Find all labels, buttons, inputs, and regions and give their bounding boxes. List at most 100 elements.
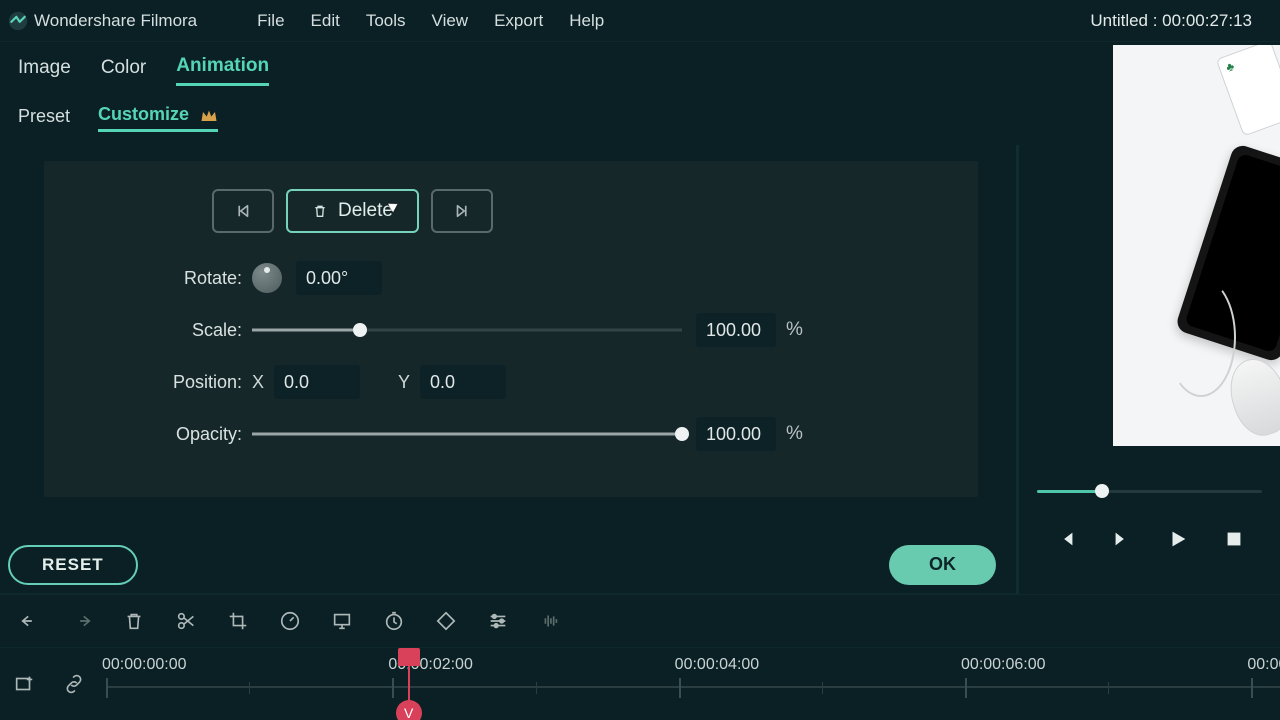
time-label: 00:00:06:00 [961,656,1046,674]
step-forward-icon [1111,528,1133,550]
menu-items: File Edit Tools View Export Help [257,11,604,31]
preview-progress-thumb[interactable] [1095,484,1109,498]
scale-input[interactable] [696,313,776,347]
next-keyframe-button[interactable] [431,189,493,233]
tab-color[interactable]: Color [101,57,146,85]
rotate-input[interactable] [296,261,382,295]
play-icon [1167,528,1189,550]
app-logo-icon [8,11,28,31]
keyframe-controls: Delete [212,189,950,233]
stopwatch-icon [383,610,405,632]
prev-keyframe-button[interactable] [212,189,274,233]
time-label: 00:00:08:00 [1247,656,1280,674]
adjust-button[interactable] [486,609,510,633]
opacity-slider[interactable] [252,423,682,445]
menu-tools[interactable]: Tools [366,11,406,31]
reset-button[interactable]: RESET [8,545,138,585]
skip-forward-icon [453,202,471,220]
delete-label: Delete [338,200,393,222]
waveform-icon [539,610,561,632]
sliders-icon [487,610,509,632]
menu-file[interactable]: File [257,11,284,31]
delete-keyframe-button[interactable]: Delete [286,189,419,233]
scale-row: Scale: % [72,313,950,347]
delete-button[interactable] [122,609,146,633]
preview-canvas[interactable] [1113,45,1280,446]
sub-tabs: Preset Customize [0,94,1280,146]
properties-column: Delete Rotate: Scale: [0,145,1016,594]
opacity-row: Opacity: % [72,417,950,451]
opacity-label: Opacity: [72,424,252,445]
tab-animation[interactable]: Animation [176,55,269,86]
position-row: Position: X Y [72,365,950,399]
ok-button[interactable]: OK [889,545,996,585]
add-track-icon [13,673,35,695]
step-back-button[interactable] [1053,526,1079,552]
redo-icon [71,610,93,632]
diamond-icon [435,610,457,632]
time-label: 00:00:04:00 [675,656,760,674]
speed-button[interactable] [278,609,302,633]
stop-button[interactable] [1221,526,1247,552]
subtab-customize[interactable]: Customize [98,104,218,132]
audio-button[interactable] [538,609,562,633]
step-back-icon [1055,528,1077,550]
playhead-handle[interactable]: V [396,700,422,720]
scale-slider[interactable] [252,319,682,341]
preview-cable [1166,277,1236,397]
play-button[interactable] [1165,526,1191,552]
link-button[interactable] [62,672,86,696]
project-title: Untitled : 00:00:27:13 [1090,11,1252,31]
menu-view[interactable]: View [432,11,469,31]
scale-unit: % [786,319,803,341]
transport-controls [1019,526,1280,552]
properties-panel: Delete Rotate: Scale: [44,161,978,497]
editor-body: Delete Rotate: Scale: [0,145,1280,594]
main-tabs: Image Color Animation [0,42,1280,94]
position-x-input[interactable] [274,365,360,399]
link-icon [63,673,85,695]
timeline-left-controls [0,648,106,720]
duration-button[interactable] [382,609,406,633]
menu-export[interactable]: Export [494,11,543,31]
keyframe-button[interactable] [434,609,458,633]
speedometer-icon [279,610,301,632]
undo-icon [19,610,41,632]
tab-image[interactable]: Image [18,57,71,85]
scale-slider-thumb[interactable] [353,323,367,337]
menubar: Wondershare Filmora File Edit Tools View… [0,0,1280,42]
menu-help[interactable]: Help [569,11,604,31]
playhead[interactable]: V [408,648,410,720]
redo-button[interactable] [70,609,94,633]
opacity-slider-thumb[interactable] [675,427,689,441]
position-x-label: X [252,372,274,393]
trash-icon [123,610,145,632]
crop-icon [227,610,249,632]
timeline: 00:00:00:0000:00:02:0000:00:04:0000:00:0… [0,648,1280,720]
opacity-unit: % [786,423,803,445]
stop-icon [1223,528,1245,550]
undo-button[interactable] [18,609,42,633]
rotate-knob[interactable] [252,263,282,293]
timeline-toolbar [0,594,1280,648]
preview-progress[interactable] [1037,488,1262,494]
subtab-preset[interactable]: Preset [18,106,70,131]
app-name: Wondershare Filmora [34,11,197,31]
rotate-label: Rotate: [72,268,252,289]
position-y-input[interactable] [420,365,506,399]
color-button[interactable] [330,609,354,633]
trash-icon [312,202,328,220]
position-y-label: Y [398,372,420,393]
crop-button[interactable] [226,609,250,633]
position-label: Position: [72,372,252,393]
scale-label: Scale: [72,320,252,341]
menu-edit[interactable]: Edit [311,11,340,31]
add-track-button[interactable] [12,672,36,696]
step-forward-button[interactable] [1109,526,1135,552]
skip-back-icon [234,202,252,220]
opacity-input[interactable] [696,417,776,451]
subtab-customize-label: Customize [98,104,189,124]
panel-footer: RESET OK [0,536,1016,594]
split-button[interactable] [174,609,198,633]
timeline-ruler[interactable]: 00:00:00:0000:00:02:0000:00:04:0000:00:0… [106,648,1280,720]
